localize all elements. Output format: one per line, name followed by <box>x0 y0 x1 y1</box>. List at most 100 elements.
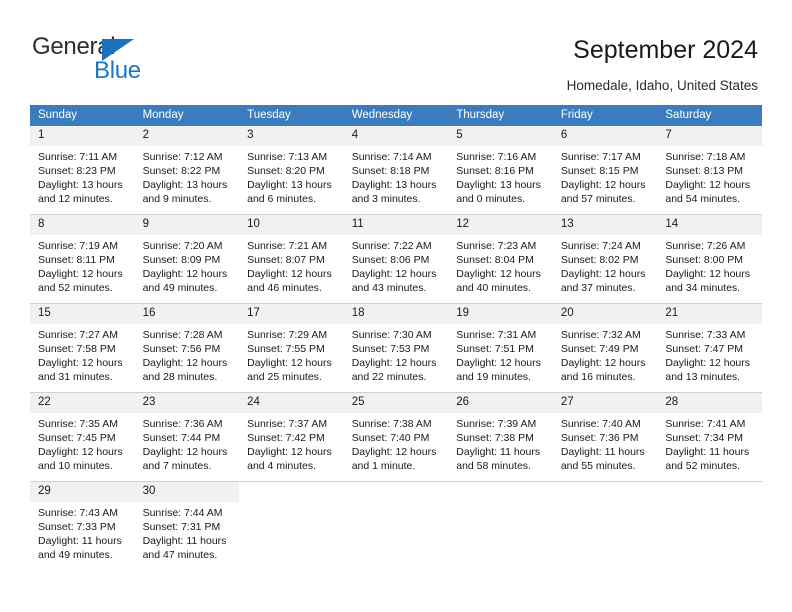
day-cell[interactable]: 4 Sunrise: 7:14 AM Sunset: 8:18 PM Dayli… <box>343 126 449 215</box>
day-cell[interactable]: 15 Sunrise: 7:27 AM Sunset: 7:58 PM Dayl… <box>30 303 135 393</box>
daylight-text-line2: and 9 minutes. <box>142 193 212 206</box>
daylight-text-line1: Daylight: 11 hours <box>560 446 645 459</box>
day-cell[interactable]: 11 Sunrise: 7:22 AM Sunset: 8:06 PM Dayl… <box>343 214 449 304</box>
sunset-text: Sunset: 8:18 PM <box>351 165 430 178</box>
daylight-text-line2: and 28 minutes. <box>142 371 218 384</box>
sunset-text: Sunset: 7:53 PM <box>351 343 430 356</box>
sunrise-text: Sunrise: 7:31 AM <box>456 329 537 341</box>
day-info: Sunrise: 7:22 AM Sunset: 8:06 PM Dayligh… <box>344 235 449 295</box>
sunset-text: Sunset: 8:11 PM <box>38 254 115 267</box>
day-cell[interactable]: 27 Sunrise: 7:40 AM Sunset: 7:36 PM Dayl… <box>552 392 658 482</box>
daylight-text-line2: and 49 minutes. <box>38 549 113 562</box>
sunrise-text: Sunrise: 7:33 AM <box>665 329 746 341</box>
daylight-text-line1: Daylight: 13 hours <box>142 179 228 192</box>
weekday-header-sunday: Sunday <box>30 105 135 126</box>
day-cell-empty <box>552 481 658 570</box>
daylight-text-line1: Daylight: 12 hours <box>665 357 751 370</box>
calendar-week-row: 15 Sunrise: 7:27 AM Sunset: 7:58 PM Dayl… <box>30 303 762 393</box>
day-cell[interactable]: 5 Sunrise: 7:16 AM Sunset: 8:16 PM Dayli… <box>448 126 553 215</box>
day-cell[interactable]: 6 Sunrise: 7:17 AM Sunset: 8:15 PM Dayli… <box>552 126 658 215</box>
daylight-text-line1: Daylight: 13 hours <box>247 179 332 192</box>
day-number: 24 <box>239 393 344 413</box>
day-number <box>239 482 344 502</box>
daylight-text-line1: Daylight: 12 hours <box>351 268 437 281</box>
sunrise-text: Sunrise: 7:16 AM <box>456 151 537 163</box>
day-cell[interactable]: 24 Sunrise: 7:37 AM Sunset: 7:42 PM Dayl… <box>239 392 344 482</box>
day-cell[interactable]: 23 Sunrise: 7:36 AM Sunset: 7:44 PM Dayl… <box>134 392 240 482</box>
day-info: Sunrise: 7:39 AM Sunset: 7:38 PM Dayligh… <box>448 413 553 473</box>
day-cell[interactable]: 22 Sunrise: 7:35 AM Sunset: 7:45 PM Dayl… <box>30 392 135 482</box>
day-cell[interactable]: 28 Sunrise: 7:41 AM Sunset: 7:34 PM Dayl… <box>657 392 762 482</box>
day-cell-empty <box>448 481 553 570</box>
day-cell[interactable]: 13 Sunrise: 7:24 AM Sunset: 8:02 PM Dayl… <box>552 214 658 304</box>
daylight-text-line1: Daylight: 12 hours <box>247 357 332 370</box>
sunrise-text: Sunrise: 7:43 AM <box>38 507 118 519</box>
sunset-text: Sunset: 8:15 PM <box>560 165 639 178</box>
sunrise-text: Sunrise: 7:20 AM <box>142 240 223 252</box>
day-cell[interactable]: 26 Sunrise: 7:39 AM Sunset: 7:38 PM Dayl… <box>448 392 553 482</box>
day-cell[interactable]: 2 Sunrise: 7:12 AM Sunset: 8:22 PM Dayli… <box>134 126 240 215</box>
day-cell[interactable]: 9 Sunrise: 7:20 AM Sunset: 8:09 PM Dayli… <box>134 214 240 304</box>
day-cell[interactable]: 7 Sunrise: 7:18 AM Sunset: 8:13 PM Dayli… <box>657 126 762 215</box>
day-cell[interactable]: 1 Sunrise: 7:11 AM Sunset: 8:23 PM Dayli… <box>30 126 135 215</box>
daylight-text-line2: and 37 minutes. <box>560 282 636 295</box>
day-cell[interactable]: 19 Sunrise: 7:31 AM Sunset: 7:51 PM Dayl… <box>448 303 553 393</box>
day-cell[interactable]: 3 Sunrise: 7:13 AM Sunset: 8:20 PM Dayli… <box>239 126 344 215</box>
day-cell[interactable]: 18 Sunrise: 7:30 AM Sunset: 7:53 PM Dayl… <box>343 303 449 393</box>
daylight-text-line1: Daylight: 11 hours <box>38 535 122 548</box>
sunrise-text: Sunrise: 7:21 AM <box>247 240 328 252</box>
day-cell[interactable]: 10 Sunrise: 7:21 AM Sunset: 8:07 PM Dayl… <box>239 214 344 304</box>
day-cell[interactable]: 12 Sunrise: 7:23 AM Sunset: 8:04 PM Dayl… <box>448 214 553 304</box>
daylight-text-line2: and 43 minutes. <box>351 282 427 295</box>
calendar-page: General Blue September 2024 Homedale, Id… <box>0 0 792 612</box>
weekday-header-wednesday: Wednesday <box>343 105 449 126</box>
day-cell[interactable]: 25 Sunrise: 7:38 AM Sunset: 7:40 PM Dayl… <box>343 392 449 482</box>
daylight-text-line2: and 52 minutes. <box>38 282 113 295</box>
day-number: 17 <box>239 304 344 324</box>
day-cell[interactable]: 17 Sunrise: 7:29 AM Sunset: 7:55 PM Dayl… <box>239 303 344 393</box>
weekday-header-thursday: Thursday <box>448 105 553 126</box>
logo-text-blue: Blue <box>94 57 141 84</box>
general-blue-logo[interactable]: General Blue <box>32 33 172 84</box>
day-cell[interactable]: 8 Sunrise: 7:19 AM Sunset: 8:11 PM Dayli… <box>30 214 135 304</box>
daylight-text-line2: and 25 minutes. <box>247 371 322 384</box>
day-cell[interactable]: 14 Sunrise: 7:26 AM Sunset: 8:00 PM Dayl… <box>657 214 762 304</box>
sunset-text: Sunset: 8:06 PM <box>351 254 430 267</box>
sunrise-text: Sunrise: 7:35 AM <box>38 418 118 430</box>
daylight-text-line2: and 55 minutes. <box>560 460 636 473</box>
sunrise-text: Sunrise: 7:32 AM <box>560 329 641 341</box>
day-cell[interactable]: 20 Sunrise: 7:32 AM Sunset: 7:49 PM Dayl… <box>552 303 658 393</box>
calendar-week-row: 29 Sunrise: 7:43 AM Sunset: 7:33 PM Dayl… <box>30 481 762 570</box>
day-info: Sunrise: 7:18 AM Sunset: 8:13 PM Dayligh… <box>657 146 762 206</box>
day-number: 14 <box>657 215 762 235</box>
sunset-text: Sunset: 8:09 PM <box>142 254 221 267</box>
day-cell[interactable]: 16 Sunrise: 7:28 AM Sunset: 7:56 PM Dayl… <box>134 303 240 393</box>
sunset-text: Sunset: 8:23 PM <box>38 165 116 178</box>
sunrise-text: Sunrise: 7:18 AM <box>665 151 746 163</box>
day-info: Sunrise: 7:14 AM Sunset: 8:18 PM Dayligh… <box>344 146 449 206</box>
day-cell[interactable]: 30 Sunrise: 7:44 AM Sunset: 7:31 PM Dayl… <box>134 481 240 570</box>
day-info: Sunrise: 7:13 AM Sunset: 8:20 PM Dayligh… <box>239 146 344 206</box>
sunset-text: Sunset: 7:45 PM <box>38 432 116 445</box>
weekday-header-tuesday: Tuesday <box>239 105 344 126</box>
day-info: Sunrise: 7:23 AM Sunset: 8:04 PM Dayligh… <box>448 235 553 295</box>
daylight-text-line2: and 57 minutes. <box>560 193 636 206</box>
daylight-text-line1: Daylight: 12 hours <box>665 179 751 192</box>
day-number: 26 <box>448 393 553 413</box>
day-info: Sunrise: 7:38 AM Sunset: 7:40 PM Dayligh… <box>344 413 449 473</box>
sunset-text: Sunset: 7:47 PM <box>665 343 744 356</box>
sunset-text: Sunset: 7:55 PM <box>247 343 325 356</box>
daylight-text-line1: Daylight: 11 hours <box>665 446 750 459</box>
daylight-text-line2: and 0 minutes. <box>456 193 526 206</box>
sunset-text: Sunset: 8:13 PM <box>665 165 744 178</box>
daylight-text-line2: and 13 minutes. <box>665 371 741 384</box>
day-cell-empty <box>343 481 449 570</box>
day-number: 11 <box>343 215 449 235</box>
day-cell[interactable]: 21 Sunrise: 7:33 AM Sunset: 7:47 PM Dayl… <box>657 303 762 393</box>
sunset-text: Sunset: 7:31 PM <box>142 521 221 534</box>
day-cell[interactable]: 29 Sunrise: 7:43 AM Sunset: 7:33 PM Dayl… <box>30 481 135 570</box>
sunrise-text: Sunrise: 7:28 AM <box>142 329 223 341</box>
day-info: Sunrise: 7:43 AM Sunset: 7:33 PM Dayligh… <box>30 502 135 562</box>
day-number: 6 <box>552 126 658 146</box>
sunset-text: Sunset: 7:56 PM <box>142 343 221 356</box>
